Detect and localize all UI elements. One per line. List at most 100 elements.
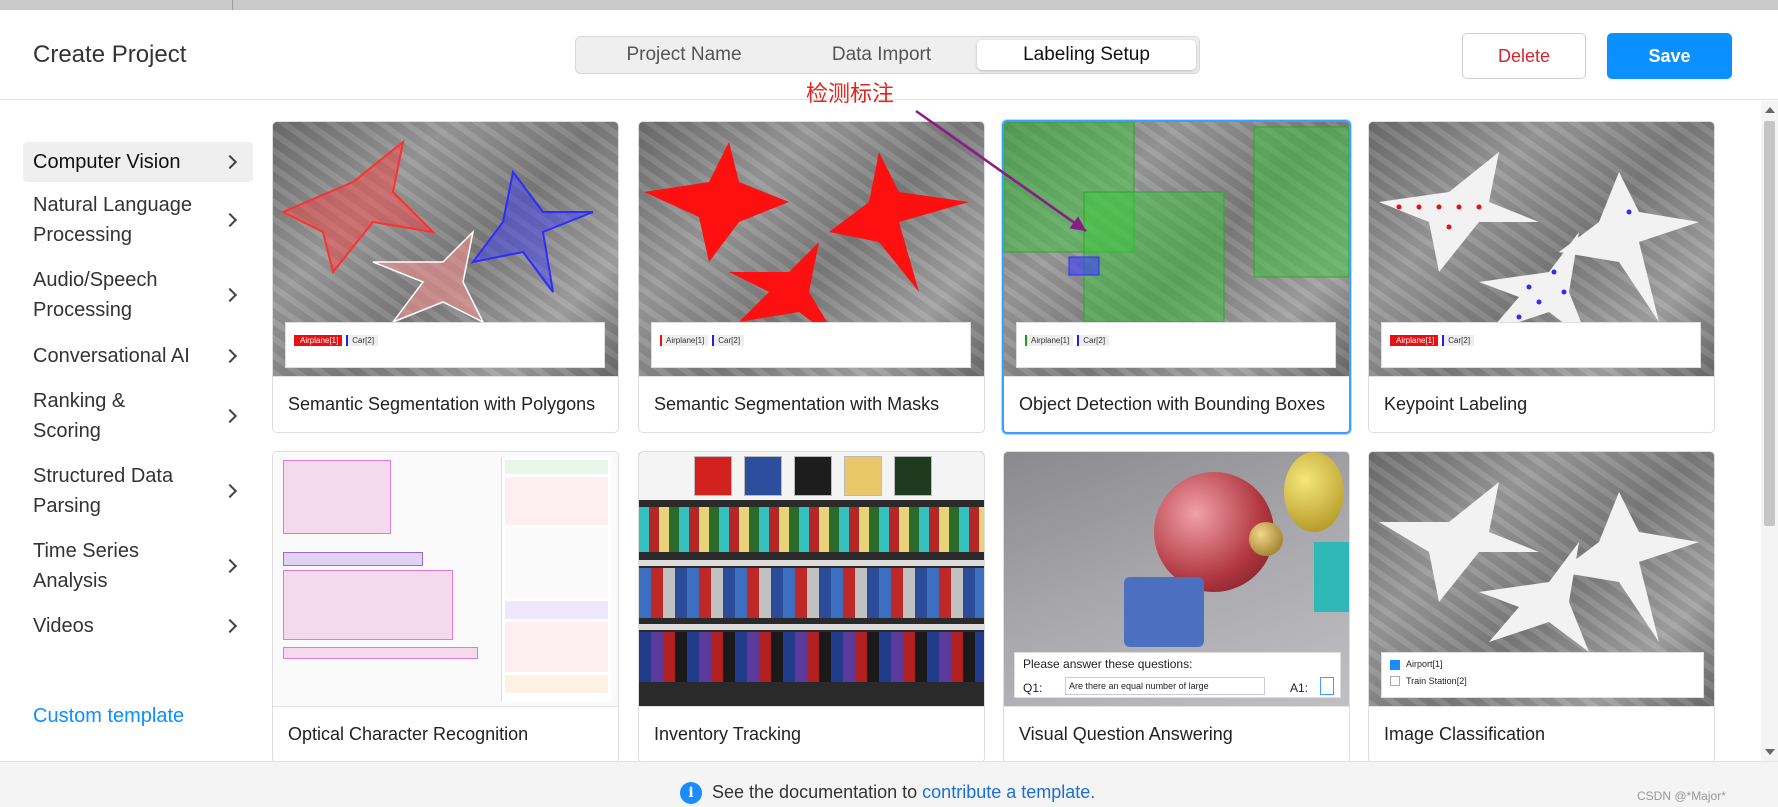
sidebar-item-label: Conversational AI [33, 345, 190, 367]
info-icon: i [680, 782, 702, 804]
chevron-right-icon [222, 558, 238, 574]
template-thumbnail: Airport[1] Train Station[2] [1369, 452, 1714, 706]
ocr-region [283, 570, 453, 640]
tab-project-name[interactable]: Project Name [579, 40, 789, 70]
choice-train-station[interactable]: Train Station[2] [1390, 676, 1695, 687]
store-shelf-image [639, 452, 984, 706]
template-title: Semantic Segmentation with Masks [654, 394, 940, 414]
template-thumbnail [273, 452, 618, 706]
ocr-region [283, 460, 391, 534]
ocr-region [283, 647, 478, 659]
card-divider [639, 376, 984, 377]
template-card[interactable]: Airport[1] Train Station[2] Image Classi… [1368, 451, 1715, 763]
step-tabs: Project Name Data Import Labeling Setup [575, 36, 1200, 74]
sidebar-item-label: Ranking & Scoring [33, 390, 126, 442]
choice-airport[interactable]: Airport[1] [1390, 659, 1695, 670]
chevron-right-icon [222, 618, 238, 634]
label-tag: Car[2] [712, 335, 745, 346]
template-card[interactable]: Inventory Tracking [638, 451, 985, 763]
invoice-document-image [273, 452, 618, 706]
ocr-sidepanel [501, 457, 611, 702]
template-title: Object Detection with Bounding Boxes [1019, 394, 1326, 414]
template-title: Inventory Tracking [654, 724, 802, 744]
template-title: Semantic Segmentation with Polygons [288, 394, 596, 414]
vertical-scrollbar[interactable] [1761, 101, 1778, 761]
sidebar-item-conversational-ai[interactable]: Conversational AI [23, 341, 253, 371]
label-tag: Airplane[1] [294, 335, 343, 346]
scrollbar-thumb[interactable] [1764, 121, 1775, 526]
strip-divider [232, 0, 233, 10]
vqa-question: Are there an equal number of large [1065, 677, 1265, 695]
choice-label: Airport[1] [1406, 659, 1443, 669]
chevron-right-icon [222, 483, 238, 499]
watermark: CSDN @*Major* [1637, 789, 1726, 803]
card-divider [639, 706, 984, 707]
custom-template-link[interactable]: Custom template [33, 705, 184, 728]
label-tag: Airplane[1] [1025, 335, 1074, 346]
vqa-answer-input[interactable] [1320, 677, 1334, 695]
product-strip [639, 452, 984, 500]
label-tag: Car[2] [1077, 335, 1110, 346]
sidebar-item-ranking-scoring[interactable]: Ranking & Scoring [23, 386, 238, 446]
sidebar-item-label: Audio/Speech Processing [33, 269, 158, 321]
chevron-right-icon [222, 154, 238, 170]
category-sidebar: Computer Vision Natural Language Process… [0, 101, 260, 761]
template-card-selected[interactable]: Airplane[1] Car[2] Object Detection with … [1002, 120, 1351, 434]
delete-button[interactable]: Delete [1462, 33, 1586, 79]
label-legend: Airplane[1] Car[2] [1016, 322, 1336, 368]
sidebar-item-computer-vision[interactable]: Computer Vision [23, 142, 253, 182]
choices-panel: Airport[1] Train Station[2] [1381, 652, 1704, 698]
template-card[interactable]: Airplane[1] Car[2] Keypoint Labeling [1368, 121, 1715, 433]
sidebar-item-label: Natural Language Processing [33, 194, 193, 246]
vqa-prompt: Please answer these questions: [1023, 657, 1193, 671]
window-top-strip [0, 0, 1778, 10]
sidebar-item-label: Time Series Analysis [33, 540, 139, 592]
card-divider [273, 376, 618, 377]
template-thumbnail: Please answer these questions: Q1: Are t… [1004, 452, 1349, 706]
vqa-panel: Please answer these questions: Q1: Are t… [1014, 652, 1341, 698]
sidebar-item-label: Computer Vision [33, 151, 181, 173]
contribute-template-link[interactable]: contribute a template. [922, 782, 1095, 802]
label-tag: Car[2] [1442, 335, 1475, 346]
ocr-region [283, 552, 423, 566]
sidebar-item-nlp[interactable]: Natural Language Processing [23, 190, 238, 250]
chevron-right-icon [222, 212, 238, 228]
template-card[interactable]: Airplane[1] Car[2] Semantic Segmentation … [272, 121, 619, 433]
chevron-right-icon [222, 348, 238, 364]
template-title: Image Classification [1384, 724, 1546, 744]
card-divider [273, 706, 618, 707]
template-thumbnail [639, 452, 984, 706]
save-button[interactable]: Save [1607, 33, 1732, 79]
choice-label: Train Station[2] [1406, 675, 1467, 686]
label-legend: Airplane[1] Car[2] [285, 322, 605, 368]
template-card[interactable]: Optical Character Recognition [272, 451, 619, 763]
sidebar-item-time-series[interactable]: Time Series Analysis [23, 536, 238, 596]
template-title: Keypoint Labeling [1384, 394, 1528, 414]
template-thumbnail: Airplane[1] Car[2] [639, 122, 984, 376]
template-card[interactable]: Please answer these questions: Q1: Are t… [1003, 451, 1350, 763]
sidebar-item-label: Videos [33, 615, 94, 637]
card-divider [1004, 706, 1349, 707]
card-divider [1369, 706, 1714, 707]
sidebar-item-label: Structured Data Parsing [33, 465, 174, 517]
cube-shape [1124, 577, 1204, 647]
template-card[interactable]: Airplane[1] Car[2] Semantic Segmentation … [638, 121, 985, 433]
handwritten-annotation: 检测标注 [806, 82, 895, 107]
page-footer: i See the documentation to contribute a … [0, 761, 1778, 807]
sidebar-item-audio-speech[interactable]: Audio/Speech Processing [23, 265, 238, 325]
footer-message: See the documentation to [712, 782, 918, 802]
tab-labeling-setup[interactable]: Labeling Setup [977, 40, 1196, 70]
chevron-right-icon [222, 408, 238, 424]
sidebar-item-structured-data[interactable]: Structured Data Parsing [23, 461, 238, 521]
sidebar-item-videos[interactable]: Videos [23, 611, 253, 641]
scroll-up-icon[interactable] [1765, 107, 1775, 113]
tab-data-import[interactable]: Data Import [789, 40, 974, 70]
card-divider [1369, 376, 1714, 377]
page-title: Create Project [33, 41, 187, 68]
checkbox-checked[interactable] [1390, 659, 1400, 670]
template-title: Visual Question Answering [1019, 724, 1233, 744]
label-legend: Airplane[1] Car[2] [1381, 322, 1701, 368]
scroll-down-icon[interactable] [1765, 749, 1775, 755]
checkbox-unchecked[interactable] [1390, 676, 1400, 687]
vqa-q1-label: Q1: [1023, 681, 1043, 695]
